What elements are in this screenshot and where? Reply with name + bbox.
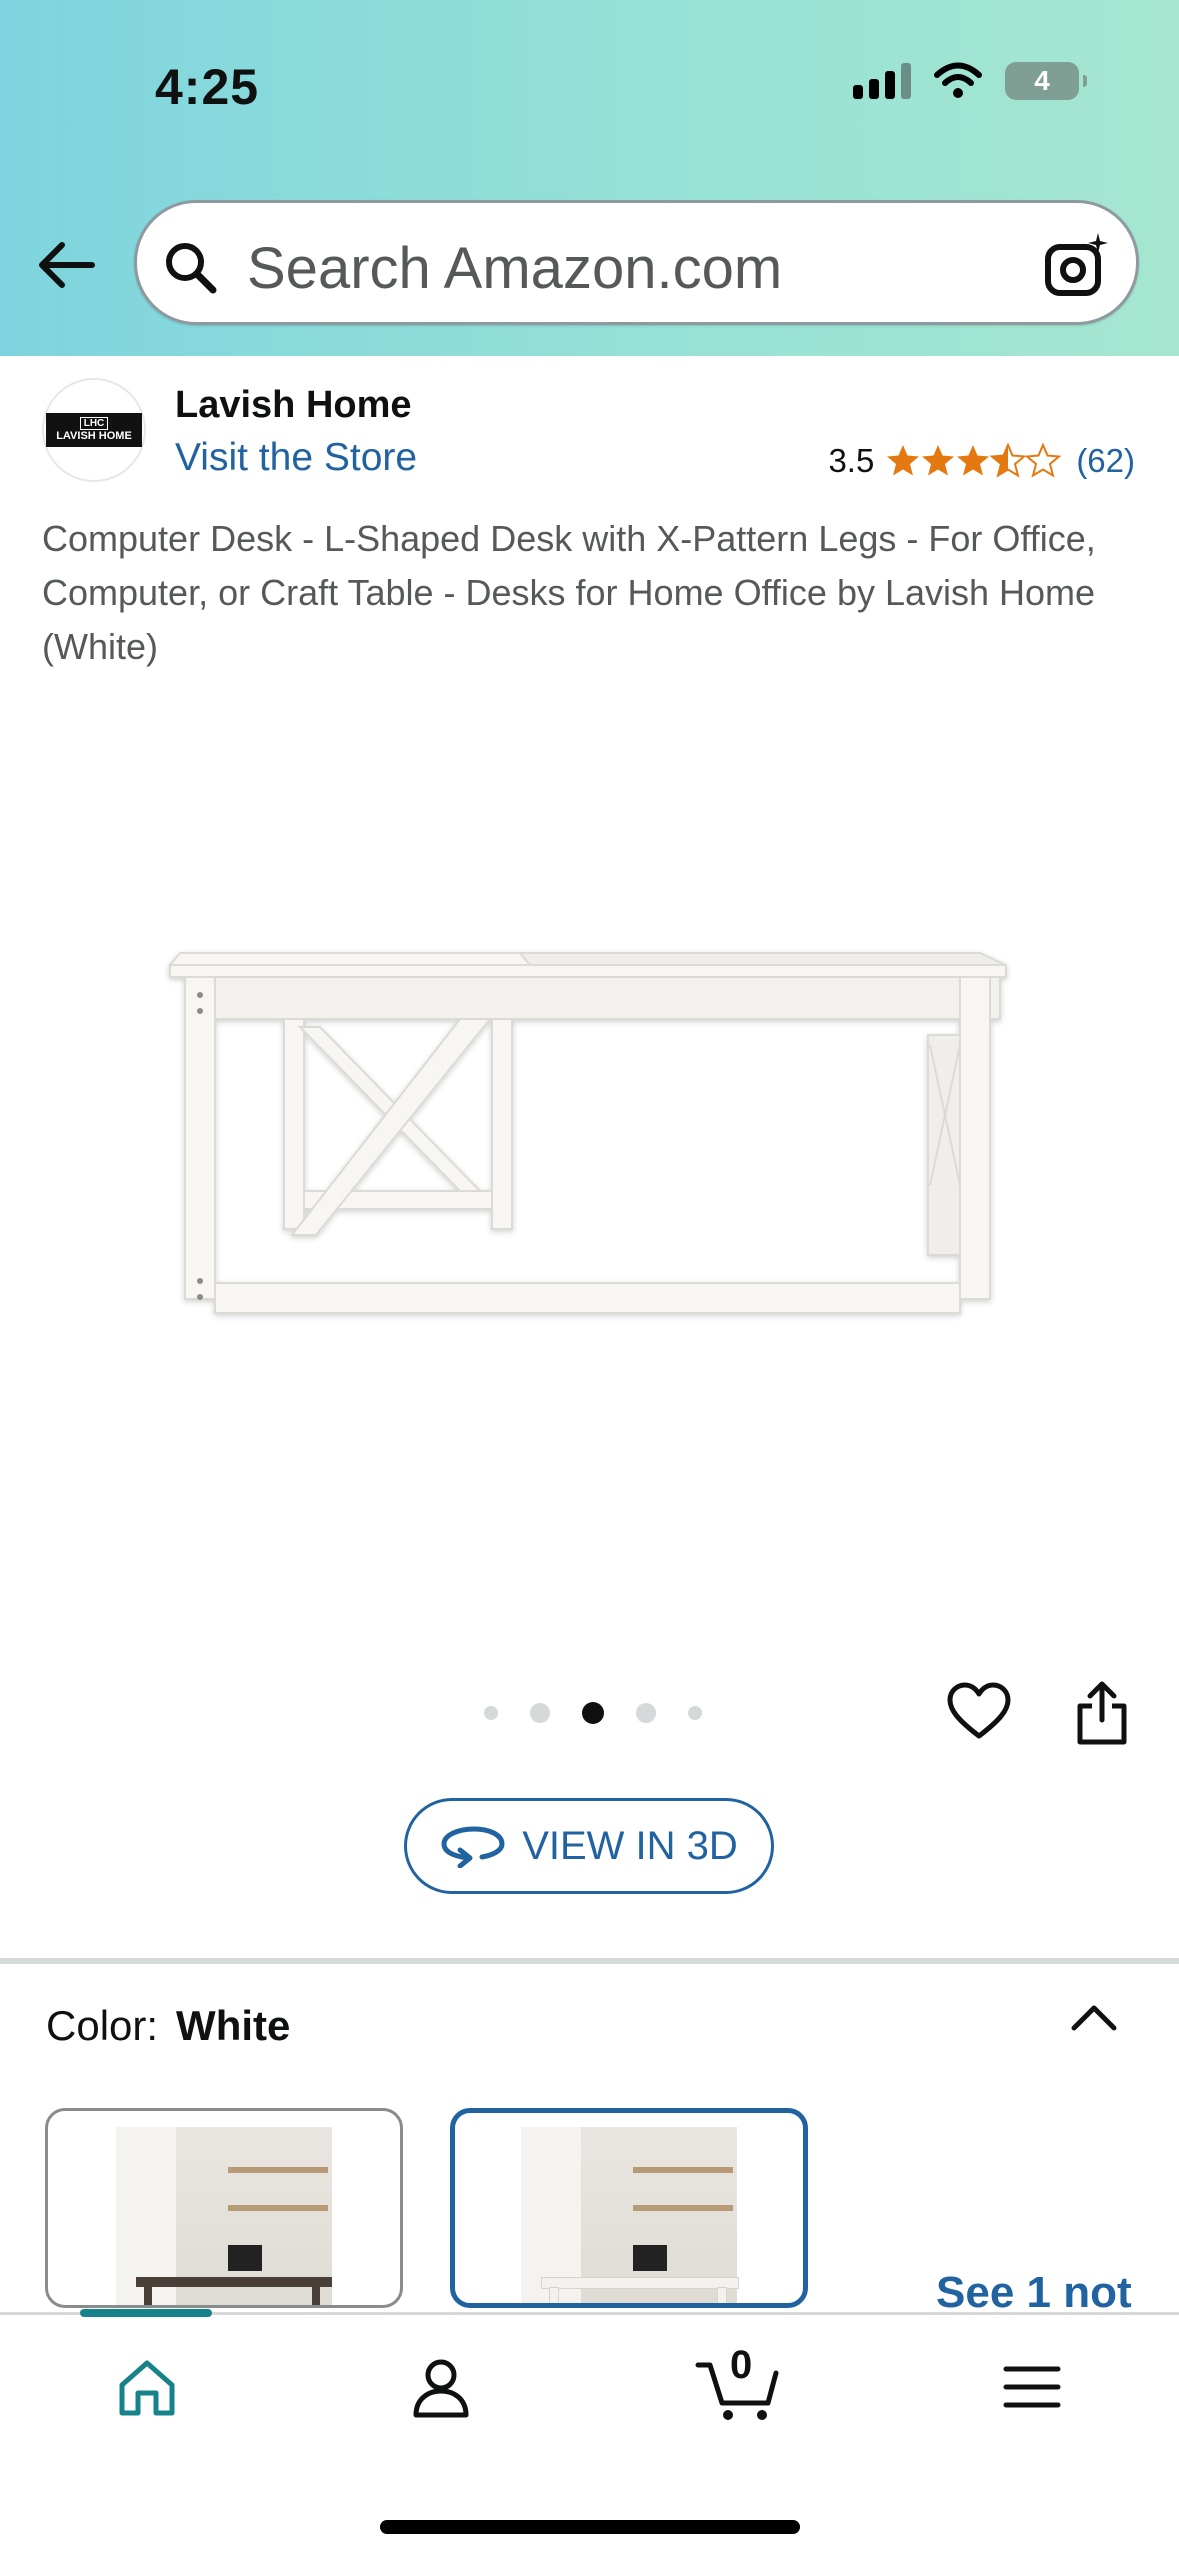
status-icons: 4	[853, 62, 1087, 100]
battery-icon: 4	[1005, 62, 1087, 100]
rating-value: 3.5	[828, 442, 875, 479]
page-dot[interactable]	[688, 1706, 702, 1720]
rotate-3d-icon	[441, 1826, 505, 1868]
visit-store-link[interactable]: Visit the Store	[175, 436, 417, 480]
camera-search-icon[interactable]	[1042, 231, 1112, 301]
logo-text: LAVISH HOME	[56, 430, 132, 443]
rating-summary[interactable]: 3.5 (62)	[828, 442, 1135, 480]
back-arrow-icon[interactable]	[36, 235, 96, 295]
cart-count: 0	[730, 2343, 753, 2387]
image-pagination[interactable]	[484, 1702, 702, 1724]
product-title: Computer Desk - L-Shaped Desk with X-Pat…	[42, 518, 1096, 667]
page-dot[interactable]	[484, 1706, 498, 1720]
page-dot[interactable]	[636, 1703, 656, 1723]
see-more-options-link[interactable]: See 1 not	[936, 2268, 1132, 2318]
color-swatch-white[interactable]	[450, 2108, 808, 2308]
home-indicator	[380, 2520, 800, 2534]
store-logo[interactable]: LHC LAVISH HOME	[42, 378, 146, 482]
search-input[interactable]: Search Amazon.com	[247, 235, 782, 302]
active-tab-indicator	[80, 2309, 212, 2317]
view-in-3d-label: VIEW IN 3D	[522, 1823, 738, 1868]
section-divider	[0, 1958, 1179, 1964]
status-time: 4:25	[155, 59, 260, 115]
product-image[interactable]	[160, 935, 1020, 1375]
search-bar[interactable]: Search Amazon.com	[134, 200, 1139, 325]
logo-mark: LHC	[79, 417, 109, 431]
account-icon[interactable]	[408, 2355, 474, 2421]
color-selector-header: Color: White	[46, 2002, 290, 2050]
swatch-image	[116, 2127, 332, 2305]
home-icon[interactable]	[114, 2355, 180, 2421]
header-background: 4:25 4 Search Amazon.com	[0, 0, 1179, 356]
star-rating-icon	[887, 444, 1061, 477]
rating-count: (62)	[1076, 442, 1135, 479]
brand-name: Lavish Home	[175, 384, 412, 426]
color-value: White	[176, 2002, 291, 2049]
search-icon	[166, 243, 217, 294]
share-icon[interactable]	[1072, 1680, 1132, 1746]
battery-level: 4	[1034, 65, 1050, 96]
color-label: Color:	[46, 2002, 159, 2049]
chevron-up-icon[interactable]	[1070, 2000, 1118, 2036]
page-dot[interactable]	[530, 1703, 550, 1723]
wifi-icon	[934, 62, 982, 98]
color-swatch-dark[interactable]	[45, 2108, 403, 2308]
page-dot-active[interactable]	[582, 1702, 604, 1724]
view-in-3d-button[interactable]: VIEW IN 3D	[404, 1798, 774, 1894]
signal-icon	[853, 63, 911, 99]
swatch-image	[521, 2127, 739, 2303]
menu-icon[interactable]	[1000, 2355, 1064, 2419]
heart-icon[interactable]	[946, 1682, 1012, 1742]
cart-button[interactable]: 0	[694, 2343, 784, 2423]
